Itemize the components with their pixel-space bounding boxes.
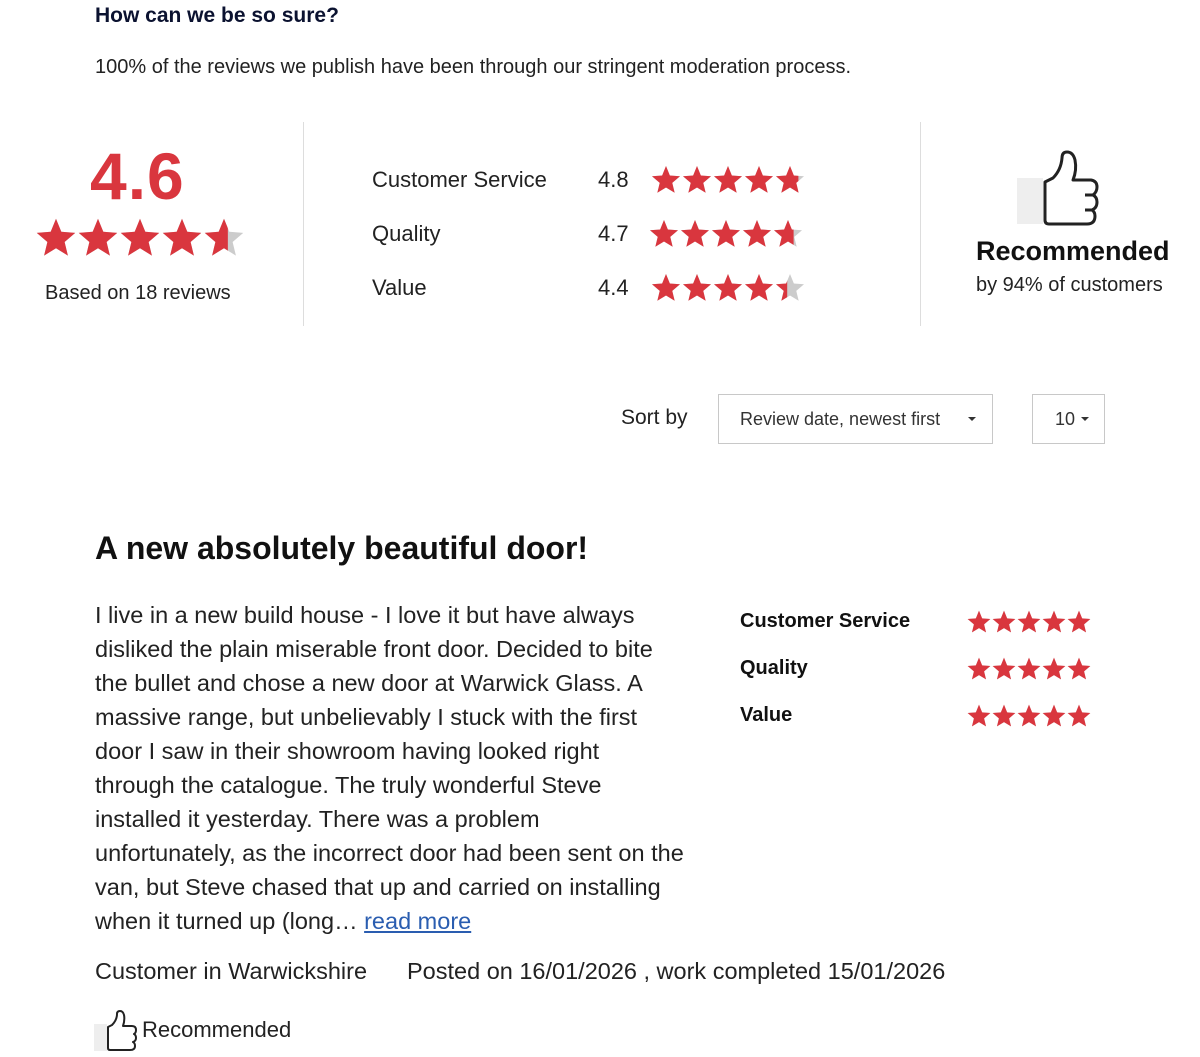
- star-icon: [776, 274, 804, 301]
- star-icon: [162, 218, 202, 256]
- star-icon: [683, 166, 711, 193]
- review-rating-label: Value: [740, 704, 793, 726]
- divider: [303, 122, 304, 326]
- star-icon: [652, 166, 680, 193]
- review-recommended-label: Recommended: [142, 1017, 292, 1042]
- star-icon: [1067, 610, 1091, 633]
- per-page-value: 10: [1055, 408, 1076, 429]
- review-dates: Posted on 16/01/2026 , work completed 15…: [407, 958, 946, 984]
- sub-rating-label: Customer Service: [372, 167, 547, 192]
- sub-rating-stars: [648, 218, 804, 250]
- star-icon: [712, 220, 740, 247]
- star-icon: [967, 657, 991, 680]
- review-title: A new absolutely beautiful door!: [95, 530, 589, 566]
- star-icon: [776, 166, 804, 193]
- sub-rating-label: Quality: [372, 221, 441, 246]
- star-icon: [204, 218, 244, 256]
- star-icon: [683, 274, 711, 301]
- star-icon: [1017, 657, 1041, 680]
- sort-select-value: Review date, newest first: [740, 408, 941, 429]
- star-icon: [652, 274, 680, 301]
- star-icon: [967, 704, 991, 727]
- star-icon: [1067, 704, 1091, 727]
- star-icon: [120, 218, 160, 256]
- star-icon: [743, 220, 771, 247]
- overall-score: 4.6: [90, 139, 185, 213]
- star-icon: [1042, 704, 1066, 727]
- read-more-link[interactable]: read more: [364, 908, 471, 934]
- review-rating-stars: [966, 703, 1092, 729]
- star-icon: [78, 218, 118, 256]
- star-icon: [967, 610, 991, 633]
- star-icon: [1017, 610, 1041, 633]
- star-icon: [714, 166, 742, 193]
- chevron-down-icon: [1081, 417, 1090, 421]
- sort-label: Sort by: [621, 406, 688, 429]
- sort-select[interactable]: Review date, newest first: [718, 394, 993, 444]
- star-icon: [1042, 610, 1066, 633]
- star-icon: [774, 220, 802, 247]
- star-icon: [1042, 657, 1066, 680]
- review-rating-stars: [966, 609, 1092, 635]
- thumbs-up-icon: [1015, 150, 1099, 226]
- star-icon: [745, 166, 773, 193]
- star-icon: [714, 274, 742, 301]
- per-page-select[interactable]: 10: [1032, 394, 1105, 444]
- sub-rating-value: 4.8: [598, 167, 629, 192]
- recommended-percentage: by 94% of customers: [976, 274, 1163, 296]
- sub-rating-value: 4.4: [598, 275, 629, 300]
- review-rating-stars: [966, 656, 1092, 682]
- overall-stars: [34, 216, 246, 260]
- section-heading: How can we be so sure?: [95, 4, 339, 27]
- review-rating-label: Customer Service: [740, 610, 911, 632]
- review-text: I live in a new build house - I love it …: [95, 602, 684, 934]
- star-icon: [992, 704, 1016, 727]
- star-icon: [745, 274, 773, 301]
- sub-rating-stars: [650, 164, 806, 196]
- chevron-down-icon: [968, 417, 976, 421]
- sub-rating-stars: [650, 272, 806, 304]
- star-icon: [992, 657, 1016, 680]
- review-rating-label: Quality: [740, 657, 808, 679]
- review-body: I live in a new build house - I love it …: [95, 598, 685, 938]
- star-icon: [650, 220, 678, 247]
- sub-rating-value: 4.7: [598, 221, 629, 246]
- review-count: Based on 18 reviews: [45, 282, 231, 304]
- thumbs-up-icon: [94, 1010, 138, 1052]
- divider: [920, 122, 921, 326]
- star-icon: [1067, 657, 1091, 680]
- moderation-intro: 100% of the reviews we publish have been…: [95, 56, 852, 78]
- star-icon: [1017, 704, 1041, 727]
- star-icon: [992, 610, 1016, 633]
- sub-rating-label: Value: [372, 275, 427, 300]
- review-author: Customer in Warwickshire: [95, 958, 368, 984]
- star-icon: [36, 218, 76, 256]
- star-icon: [681, 220, 709, 247]
- recommended-title: Recommended: [976, 236, 1170, 266]
